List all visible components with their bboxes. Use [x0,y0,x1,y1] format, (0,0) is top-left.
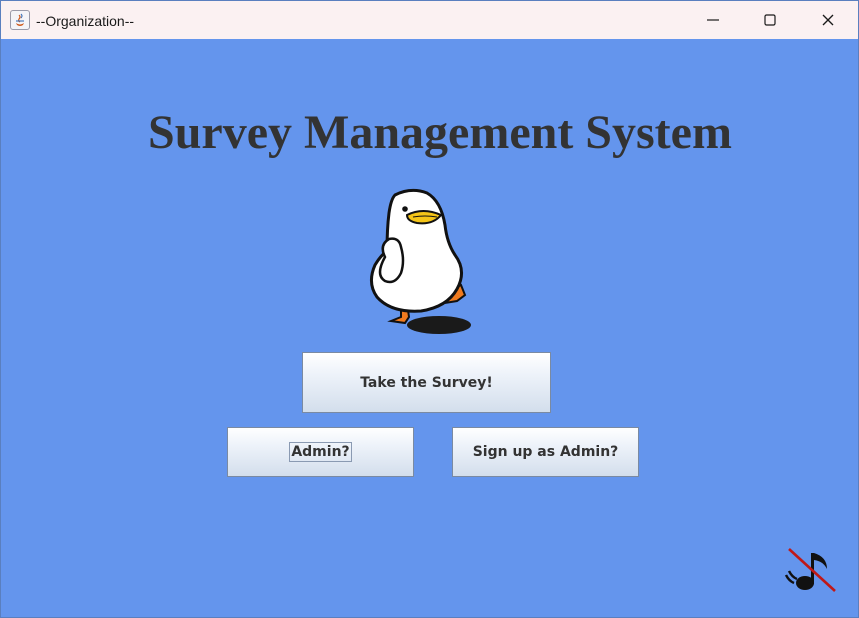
sign-up-admin-label: Sign up as Admin? [472,444,619,460]
main-panel: Survey Management System Take the Survey… [1,39,858,617]
title-bar[interactable]: --Organization-- [1,1,858,39]
window-title: --Organization-- [36,13,135,29]
maximize-icon [764,14,776,26]
page-title: Survey Management System [148,106,732,159]
app-window: --Organization-- Survey Management Syste… [0,0,859,618]
admin-login-button[interactable]: Admin? [227,427,414,477]
minimize-icon [707,19,719,21]
sign-up-admin-button[interactable]: Sign up as Admin? [452,427,639,477]
java-app-icon [10,10,30,30]
close-icon [822,14,834,26]
minimize-button[interactable] [684,1,742,39]
duck-icon [370,188,471,334]
close-button[interactable] [799,1,857,39]
music-muted-icon[interactable] [783,547,837,595]
admin-login-label: Admin? [289,442,352,462]
take-survey-button[interactable]: Take the Survey! [302,352,551,413]
take-survey-label: Take the Survey! [360,374,493,391]
maximize-button[interactable] [741,1,799,39]
